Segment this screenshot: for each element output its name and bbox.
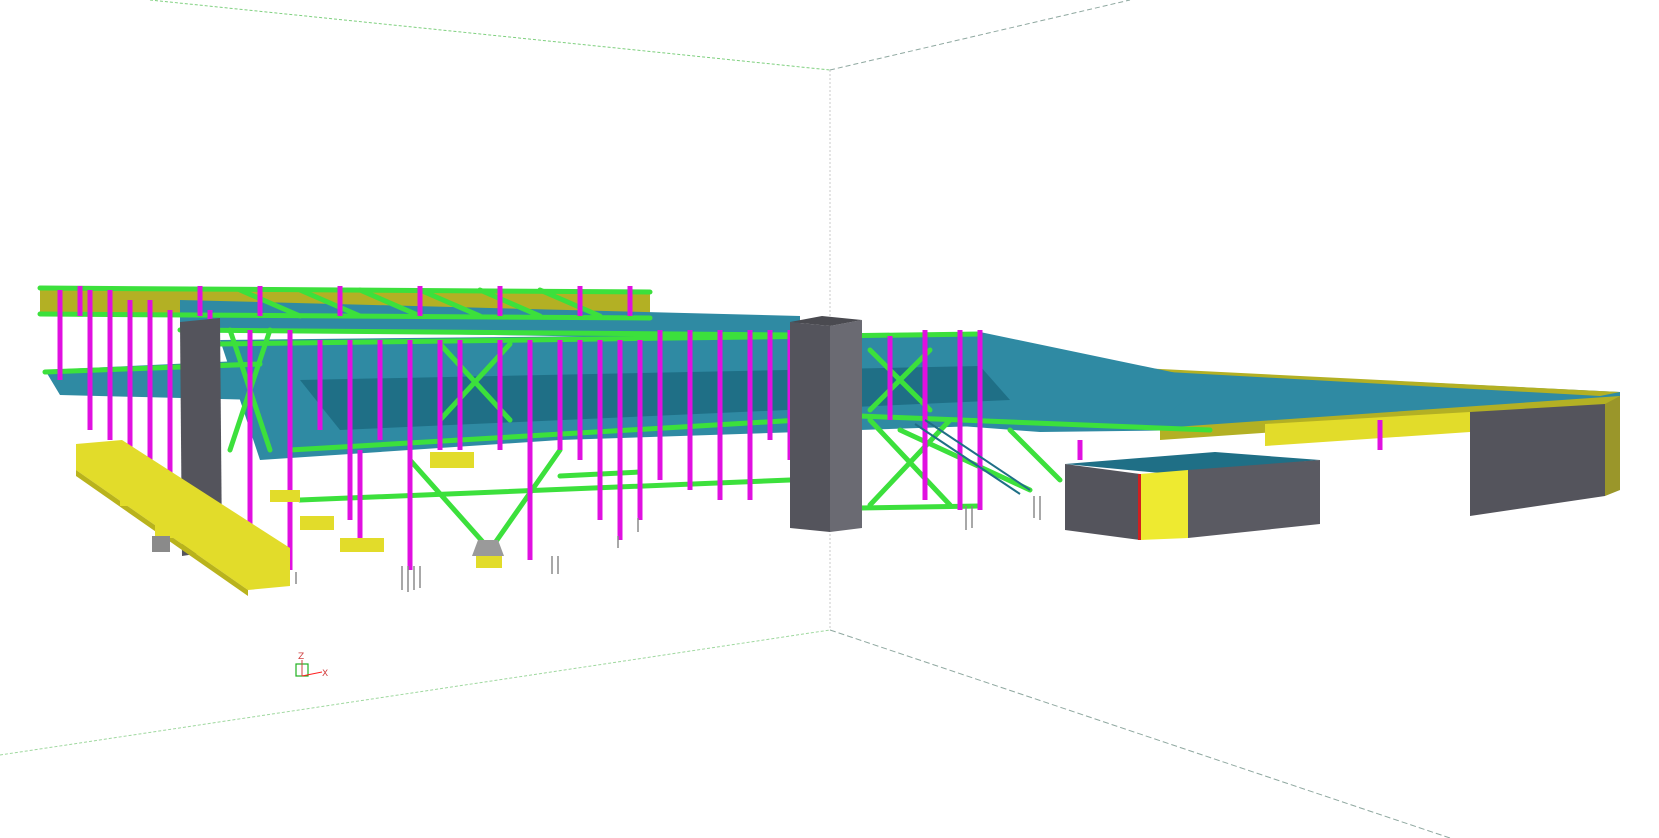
pile-cap-gray-2 bbox=[152, 536, 170, 552]
enclosure-box bbox=[1065, 452, 1320, 540]
bound-top-left bbox=[149, 0, 831, 71]
right-wall-edge bbox=[1605, 396, 1620, 496]
footing-1 bbox=[120, 480, 180, 506]
central-core-side bbox=[830, 320, 862, 532]
right-gray-wall bbox=[1470, 404, 1605, 516]
footing-2 bbox=[155, 510, 215, 538]
enclosure-right-face bbox=[1188, 460, 1320, 538]
central-core bbox=[790, 316, 862, 532]
enclosure-left-face bbox=[1065, 464, 1140, 540]
x-axis-line bbox=[301, 671, 323, 677]
x-axis-label: X bbox=[322, 669, 328, 679]
bound-bottom-left bbox=[0, 629, 831, 756]
enclosure-red-edge bbox=[1138, 474, 1141, 540]
central-core-face bbox=[790, 322, 830, 532]
bound-top-right bbox=[829, 0, 1131, 71]
3d-model-viewport[interactable]: Z X bbox=[0, 0, 1659, 838]
pile-cap-gray bbox=[472, 540, 504, 556]
structural-model-canvas[interactable]: Z X bbox=[0, 0, 1659, 838]
footing-5 bbox=[430, 452, 474, 468]
enclosure-yellow-door bbox=[1140, 470, 1188, 540]
footing-7 bbox=[270, 490, 300, 502]
axis-gizmo[interactable]: Z X bbox=[295, 652, 328, 679]
footing-4 bbox=[340, 538, 384, 552]
footing-6 bbox=[476, 556, 502, 568]
bound-bottom-right bbox=[829, 629, 1451, 838]
z-axis-label: Z bbox=[298, 652, 304, 662]
footing-3 bbox=[300, 516, 334, 530]
